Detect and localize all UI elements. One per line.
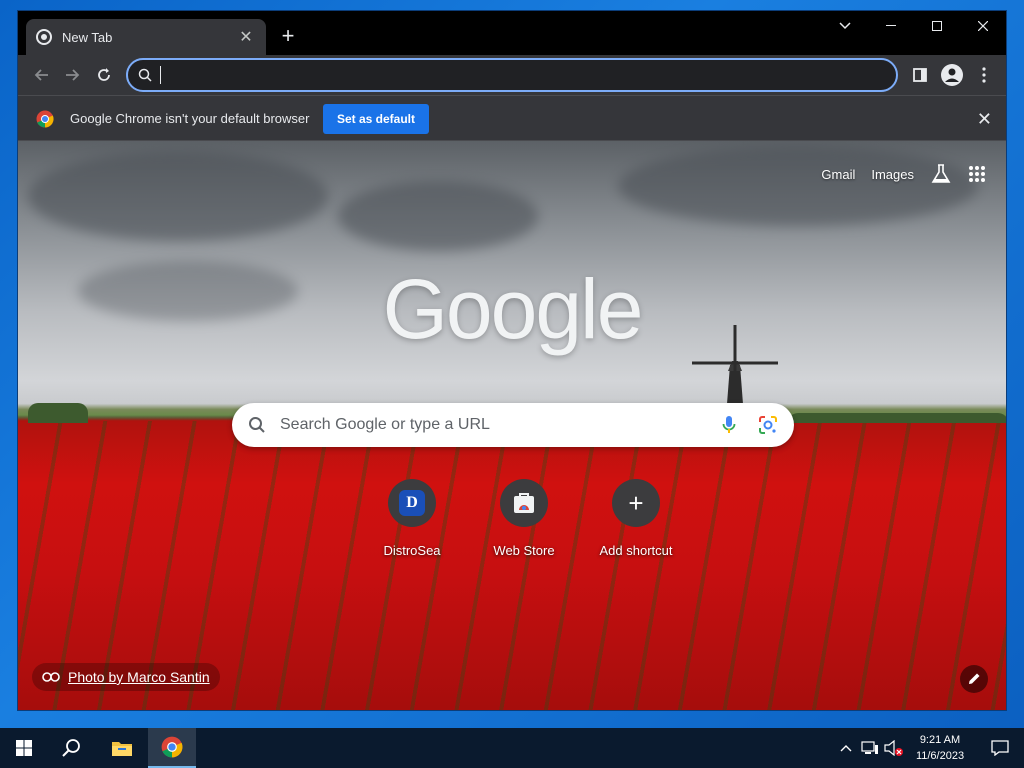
chrome-logo-icon — [161, 736, 183, 758]
treeline — [28, 403, 88, 423]
top-links: Gmail Images — [821, 163, 986, 185]
tab-search-chevron-icon[interactable] — [822, 11, 868, 41]
network-status-button[interactable] — [858, 728, 882, 768]
default-browser-infobar: Google Chrome isn't your default browser… — [18, 95, 1006, 141]
background-cloud — [28, 151, 328, 241]
menu-button[interactable] — [972, 63, 996, 87]
shortcut-label: DistroSea — [383, 543, 441, 558]
close-window-button[interactable] — [960, 11, 1006, 41]
system-clock[interactable]: 9:21 AM 11/6/2023 — [908, 732, 972, 764]
tab-close-icon[interactable]: ✕ — [236, 27, 256, 47]
plus-icon: + — [628, 488, 644, 518]
infobar-message: Google Chrome isn't your default browser — [70, 111, 310, 126]
pencil-icon — [969, 673, 980, 684]
arrow-right-icon — [66, 69, 80, 81]
notification-icon — [991, 740, 1009, 756]
windows-taskbar: 9:21 AM 11/6/2023 — [0, 728, 1024, 768]
chrome-logo-icon — [36, 110, 54, 128]
file-explorer-button[interactable] — [98, 728, 146, 768]
back-button[interactable] — [30, 63, 54, 87]
new-tab-button[interactable]: + — [276, 25, 300, 49]
shortcut-label: Add shortcut — [599, 543, 673, 558]
new-tab-page: Gmail Images Google Search Google or typ… — [18, 141, 1006, 710]
google-search-box[interactable]: Search Google or type a URL — [232, 403, 794, 447]
set-as-default-button[interactable]: Set as default — [323, 104, 429, 134]
folder-icon — [112, 742, 132, 756]
omnibox-input[interactable] — [161, 67, 896, 83]
maximize-button[interactable] — [914, 11, 960, 41]
shortcut-label: Web Store — [493, 543, 555, 558]
reload-icon — [98, 68, 110, 81]
infobar-close-icon[interactable]: ✕ — [977, 109, 992, 130]
treeline — [788, 413, 1006, 423]
add-shortcut-button[interactable]: + Add shortcut — [580, 479, 692, 558]
taskbar-search-button[interactable] — [48, 728, 96, 768]
toolbar — [18, 55, 1006, 95]
volume-muted-button[interactable] — [882, 728, 906, 768]
images-link[interactable]: Images — [871, 167, 914, 182]
kebab-menu-icon — [982, 67, 986, 83]
arrow-left-icon — [34, 69, 48, 81]
clock-time: 9:21 AM — [919, 734, 961, 746]
avatar-icon — [941, 64, 963, 86]
clock-date: 11/6/2023 — [915, 750, 965, 762]
side-panel-button[interactable] — [908, 63, 932, 87]
background-cloud — [338, 181, 538, 251]
windows-logo-icon — [16, 740, 32, 756]
search-placeholder: Search Google or type a URL — [280, 416, 490, 433]
search-icon — [62, 739, 80, 757]
tab-new-tab[interactable]: New Tab ✕ — [26, 19, 266, 55]
forward-button[interactable] — [60, 63, 84, 87]
microphone-icon[interactable] — [722, 415, 736, 435]
shortcut-distrosea[interactable]: D DistroSea — [356, 479, 468, 558]
chrome-favicon-icon — [36, 29, 52, 45]
web-store-icon — [514, 493, 534, 513]
shortcuts-row: D DistroSea Web Store + Add shortcut — [356, 479, 692, 558]
gmail-link[interactable]: Gmail — [821, 167, 855, 182]
chrome-window: New Tab ✕ + Google Chrome isn't your def… — [17, 10, 1007, 711]
add-shortcut-tile: + — [612, 479, 660, 527]
labs-flask-icon[interactable] — [930, 163, 952, 185]
shortcut-distrosea-tile: D — [388, 479, 436, 527]
customize-chrome-button[interactable] — [960, 665, 988, 693]
shortcut-web-store-tile — [500, 479, 548, 527]
reload-button[interactable] — [92, 63, 116, 87]
distrosea-favicon-letter: D — [406, 494, 418, 511]
background-cloud — [618, 146, 978, 226]
side-panel-icon — [913, 68, 927, 82]
tab-title: New Tab — [62, 29, 113, 45]
speaker-muted-icon — [884, 740, 903, 756]
link-icon — [42, 672, 60, 682]
google-logo: Google — [382, 262, 644, 356]
google-lens-icon[interactable] — [758, 415, 778, 435]
network-icon — [861, 741, 878, 754]
chrome-taskbar-button[interactable] — [148, 728, 196, 768]
title-bar: New Tab ✕ + — [18, 11, 1006, 55]
search-icon — [249, 417, 265, 433]
apps-grid-icon[interactable] — [968, 165, 986, 183]
shortcut-web-store[interactable]: Web Store — [468, 479, 580, 558]
search-icon — [138, 68, 152, 82]
attribution-text: Photo by Marco Santin — [68, 669, 210, 685]
start-button[interactable] — [0, 728, 48, 768]
profile-button[interactable] — [940, 63, 964, 87]
show-hidden-icons-button[interactable] — [834, 728, 858, 768]
minimize-button[interactable] — [868, 11, 914, 41]
chevron-up-icon — [840, 745, 852, 752]
address-bar[interactable] — [126, 58, 898, 92]
notifications-button[interactable] — [976, 728, 1024, 768]
photo-attribution-link[interactable]: Photo by Marco Santin — [32, 663, 220, 691]
